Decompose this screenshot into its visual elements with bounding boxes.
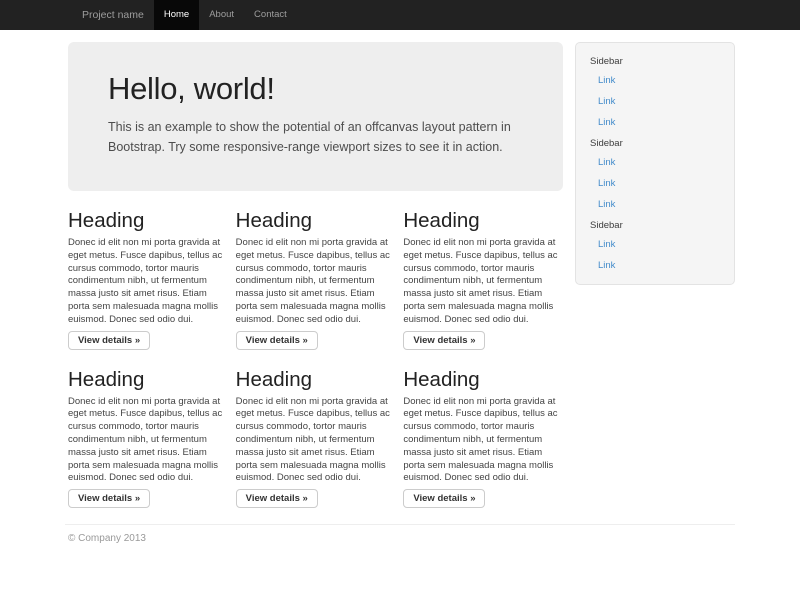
view-details-button[interactable]: View details »	[403, 331, 485, 350]
sidebar-link[interactable]: Link	[576, 255, 734, 276]
nav-item-about[interactable]: About	[199, 0, 244, 30]
card-heading: Heading	[68, 209, 230, 232]
card-heading: Heading	[68, 368, 230, 391]
card-heading: Heading	[236, 368, 398, 391]
sidebar-link[interactable]: Link	[576, 234, 734, 255]
sidebar-panel: Sidebar Link Link Link Sidebar Link Link…	[575, 42, 735, 285]
view-details-button[interactable]: View details »	[403, 489, 485, 508]
card-body: Donec id elit non mi porta gravida at eg…	[403, 237, 565, 327]
copyright-text: © Company 2013	[65, 533, 735, 544]
cards-row-2: Heading Donec id elit non mi porta gravi…	[68, 350, 571, 509]
card-heading: Heading	[403, 209, 565, 232]
sidebar-group-header: Sidebar	[576, 215, 734, 234]
sidebar-group-3: Sidebar Link Link	[576, 215, 734, 276]
content-row: Hello, world! This is an example to show…	[65, 30, 735, 508]
card-body: Donec id elit non mi porta gravida at eg…	[403, 396, 565, 486]
page-container: Hello, world! This is an example to show…	[65, 30, 735, 544]
view-details-button[interactable]: View details »	[68, 331, 150, 350]
sidebar-group-header: Sidebar	[576, 51, 734, 70]
view-details-button[interactable]: View details »	[236, 331, 318, 350]
navbar-container: Project name Home About Contact	[65, 0, 735, 30]
jumbotron: Hello, world! This is an example to show…	[68, 42, 563, 191]
card-heading: Heading	[236, 209, 398, 232]
sidebar-link[interactable]: Link	[576, 112, 734, 133]
card-body: Donec id elit non mi porta gravida at eg…	[68, 396, 230, 486]
feature-card: Heading Donec id elit non mi porta gravi…	[236, 350, 404, 509]
page-footer: © Company 2013	[65, 524, 735, 544]
cards-row-1: Heading Donec id elit non mi porta gravi…	[68, 191, 571, 350]
footer-divider	[65, 524, 735, 525]
main-column: Hello, world! This is an example to show…	[65, 30, 571, 508]
sidebar-group-header: Sidebar	[576, 133, 734, 152]
card-heading: Heading	[403, 368, 565, 391]
view-details-button[interactable]: View details »	[236, 489, 318, 508]
sidebar-link[interactable]: Link	[576, 91, 734, 112]
nav-item-home[interactable]: Home	[154, 0, 199, 30]
feature-card: Heading Donec id elit non mi porta gravi…	[68, 350, 236, 509]
feature-card: Heading Donec id elit non mi porta gravi…	[403, 350, 571, 509]
card-body: Donec id elit non mi porta gravida at eg…	[68, 237, 230, 327]
feature-card: Heading Donec id elit non mi porta gravi…	[236, 191, 404, 350]
navbar: Project name Home About Contact	[0, 0, 800, 30]
sidebar-group-1: Sidebar Link Link Link	[576, 51, 734, 133]
navbar-menu: Home About Contact	[154, 0, 297, 30]
sidebar-group-2: Sidebar Link Link Link	[576, 133, 734, 215]
sidebar-column: Sidebar Link Link Link Sidebar Link Link…	[571, 30, 735, 285]
nav-item-contact[interactable]: Contact	[244, 0, 297, 30]
sidebar-link[interactable]: Link	[576, 173, 734, 194]
jumbotron-title: Hello, world!	[108, 72, 523, 106]
sidebar-link[interactable]: Link	[576, 70, 734, 91]
sidebar-link[interactable]: Link	[576, 194, 734, 215]
jumbotron-description: This is an example to show the potential…	[108, 118, 523, 157]
feature-card: Heading Donec id elit non mi porta gravi…	[68, 191, 236, 350]
card-body: Donec id elit non mi porta gravida at eg…	[236, 237, 398, 327]
feature-card: Heading Donec id elit non mi porta gravi…	[403, 191, 571, 350]
navbar-brand[interactable]: Project name	[65, 0, 154, 30]
view-details-button[interactable]: View details »	[68, 489, 150, 508]
sidebar-link[interactable]: Link	[576, 152, 734, 173]
card-body: Donec id elit non mi porta gravida at eg…	[236, 396, 398, 486]
